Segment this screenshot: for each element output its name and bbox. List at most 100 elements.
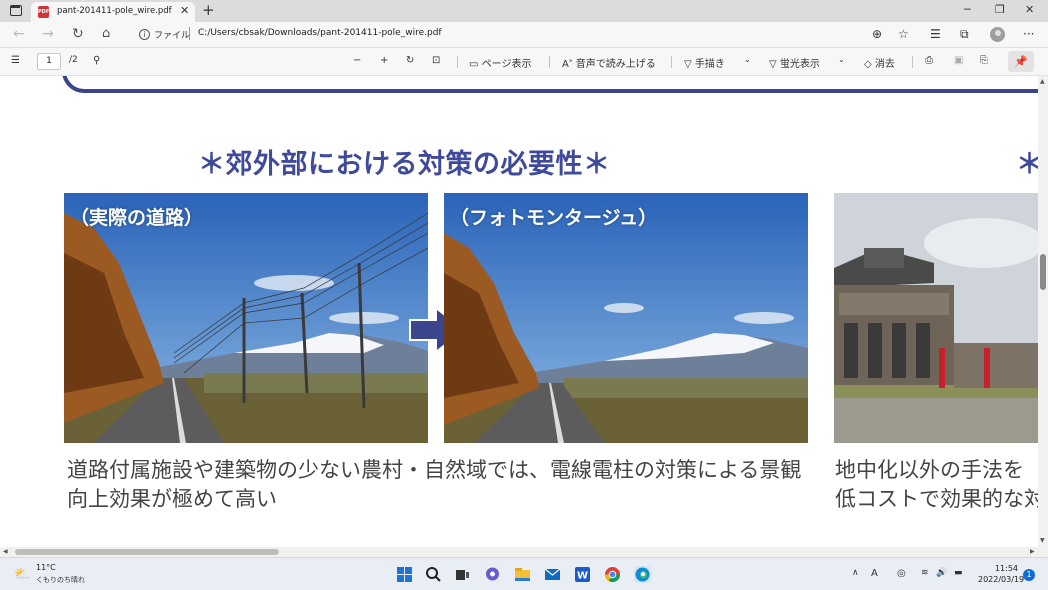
read-aloud-icon: A» [562, 57, 573, 70]
site-info-icon[interactable]: i [139, 29, 150, 40]
read-aloud-button[interactable]: A» 音声で読み上げる [562, 55, 656, 70]
show-hidden-icons-chevron-icon[interactable]: ∧ [852, 568, 859, 578]
maximize-button[interactable]: ❐ [995, 3, 1005, 16]
address-divider [189, 27, 190, 40]
pdf-toolbar: ☰ 1 /2 ⚲ − + ↻ ⊡ ▭ ページ表示 A» 音声で読み上げる ▽ 手… [0, 48, 1048, 76]
notification-badge[interactable]: 1 [1023, 569, 1035, 581]
favorites-icon[interactable]: ☰ [930, 27, 941, 41]
horizontal-scroll-thumb[interactable] [15, 549, 279, 555]
wifi-icon[interactable]: ≋ [921, 568, 929, 578]
refresh-button[interactable]: ↻ [72, 26, 84, 42]
vertical-scroll-thumb[interactable] [1040, 254, 1046, 290]
erase-button[interactable]: ◇ 消去 [864, 55, 895, 70]
window-close-button[interactable]: ✕ [1025, 3, 1034, 16]
save-as-icon[interactable]: ⎘ [980, 55, 988, 66]
description-right-line2: 低コストで効果的な対 [835, 487, 1038, 511]
task-view-icon[interactable] [454, 566, 471, 583]
highlight-icon: ▽ [769, 59, 780, 70]
toolbar-divider [671, 56, 672, 68]
horizontal-scrollbar[interactable]: ◀ ▶ [0, 547, 1048, 557]
page-number-input[interactable]: 1 [37, 53, 61, 70]
vertical-scrollbar[interactable]: ▲ ▼ [1038, 76, 1048, 547]
profile-avatar[interactable] [990, 27, 1005, 42]
table-of-contents-icon[interactable]: ☰ [11, 55, 20, 66]
draw-icon: ▽ [684, 59, 695, 70]
more-menu-icon[interactable]: ··· [1023, 27, 1034, 41]
clock-time: 11:54 [994, 564, 1018, 573]
scroll-down-icon[interactable]: ▼ [1040, 537, 1045, 544]
search-icon[interactable] [425, 566, 442, 583]
tab-title: pant-201411-pole_wire.pdf [57, 6, 172, 16]
fit-page-icon[interactable]: ⊡ [432, 55, 440, 66]
weather-icon[interactable]: ⛅ [14, 567, 30, 582]
new-tab-button[interactable]: + [202, 1, 215, 19]
chat-icon[interactable] [484, 566, 501, 583]
address-bar-row: ← → ↻ ⌂ i ファイル C:/Users/cbsak/Downloads/… [0, 22, 1048, 48]
clock-date: 2022/03/19 [978, 575, 1025, 584]
page-total: /2 [69, 55, 78, 65]
page-view-icon: ▭ [469, 59, 482, 70]
eraser-icon: ◇ [864, 59, 875, 70]
ime-options-icon[interactable]: ◎ [897, 568, 906, 579]
word-icon[interactable]: W [574, 566, 591, 583]
browser-tab-active[interactable]: PDF pant-201411-pole_wire.pdf ✕ [31, 2, 195, 22]
page-view-label: ページ表示 [481, 59, 532, 70]
system-clock[interactable]: 11:54 2022/03/19 [978, 563, 1025, 585]
file-explorer-icon[interactable] [514, 566, 531, 583]
section-heading: ＊郊外部における対策の必要性＊ [198, 149, 611, 180]
edge-icon[interactable] [634, 566, 651, 583]
back-button[interactable]: ← [13, 26, 25, 42]
zoom-in-button[interactable]: + [380, 55, 388, 66]
start-button-icon[interactable] [396, 566, 413, 583]
highlight-options-chevron-icon[interactable]: ⌄ [838, 55, 845, 64]
toolbar-divider [549, 56, 550, 68]
station-building-image [834, 193, 1038, 443]
tab-close-icon[interactable]: ✕ [180, 4, 189, 17]
description-right-line1: 地中化以外の手法を [835, 458, 1024, 482]
previous-box-border [62, 76, 1038, 93]
forward-button[interactable]: → [42, 26, 54, 42]
weather-temperature[interactable]: 11°C [36, 563, 56, 572]
volume-icon[interactable]: 🔊 [936, 568, 947, 578]
tab-actions-icon[interactable] [10, 5, 22, 16]
toolbar-divider [457, 56, 458, 68]
add-favorite-icon[interactable]: ☆ [898, 27, 909, 41]
zoom-out-button[interactable]: − [353, 55, 361, 66]
chrome-icon[interactable] [604, 566, 621, 583]
rotate-icon[interactable]: ↻ [406, 55, 414, 66]
draw-button[interactable]: ▽ 手描き [684, 55, 725, 70]
draw-options-chevron-icon[interactable]: ⌄ [744, 55, 751, 64]
highlight-label: 蛍光表示 [779, 59, 820, 70]
minimize-button[interactable]: ─ [964, 3, 971, 16]
erase-label: 消去 [874, 59, 895, 70]
zoom-icon[interactable]: ⊕ [872, 27, 882, 41]
battery-icon[interactable]: ▬ [954, 568, 963, 578]
save-icon[interactable]: ▣ [954, 55, 963, 66]
address-url[interactable]: C:/Users/cbsak/Downloads/pant-201411-pol… [198, 28, 442, 38]
find-icon[interactable]: ⚲ [93, 55, 100, 66]
road-with-poles-image [64, 193, 428, 443]
pin-toolbar-icon[interactable]: 📌 [1008, 51, 1034, 72]
scroll-left-icon[interactable]: ◀ [3, 548, 8, 555]
weather-description[interactable]: くもりのち晴れ [36, 575, 85, 585]
mail-icon[interactable] [544, 566, 561, 583]
highlight-button[interactable]: ▽ 蛍光表示 [769, 55, 820, 70]
collections-icon[interactable]: ⧉ [960, 27, 969, 42]
photo-station-building [834, 193, 1038, 443]
description-left-line1: 道路付属施設や建築物の少ない農村・自然域では、電線電柱の対策による景観 [67, 458, 802, 482]
toolbar-divider [912, 56, 913, 68]
page-view-button[interactable]: ▭ ページ表示 [469, 55, 531, 70]
home-button[interactable]: ⌂ [102, 26, 110, 41]
read-aloud-label: 音声で読み上げる [575, 59, 656, 70]
ime-mode-indicator[interactable]: A [871, 568, 878, 579]
scroll-up-icon[interactable]: ▲ [1040, 78, 1045, 85]
next-section-heading-partial: ＊ [1016, 142, 1038, 181]
description-left-line2: 向上効果が極めて高い [67, 487, 277, 511]
address-scheme-label: ファイル [154, 31, 191, 41]
print-icon[interactable]: ⎙ [925, 55, 933, 66]
scroll-right-icon[interactable]: ▶ [1030, 548, 1035, 555]
svg-text:W: W [577, 571, 588, 582]
photo-montage: （フォトモンタージュ） [444, 193, 808, 443]
pdf-page-viewport: ＊郊外部における対策の必要性＊ ＊ [0, 76, 1038, 547]
pdf-file-icon: PDF [38, 6, 49, 18]
